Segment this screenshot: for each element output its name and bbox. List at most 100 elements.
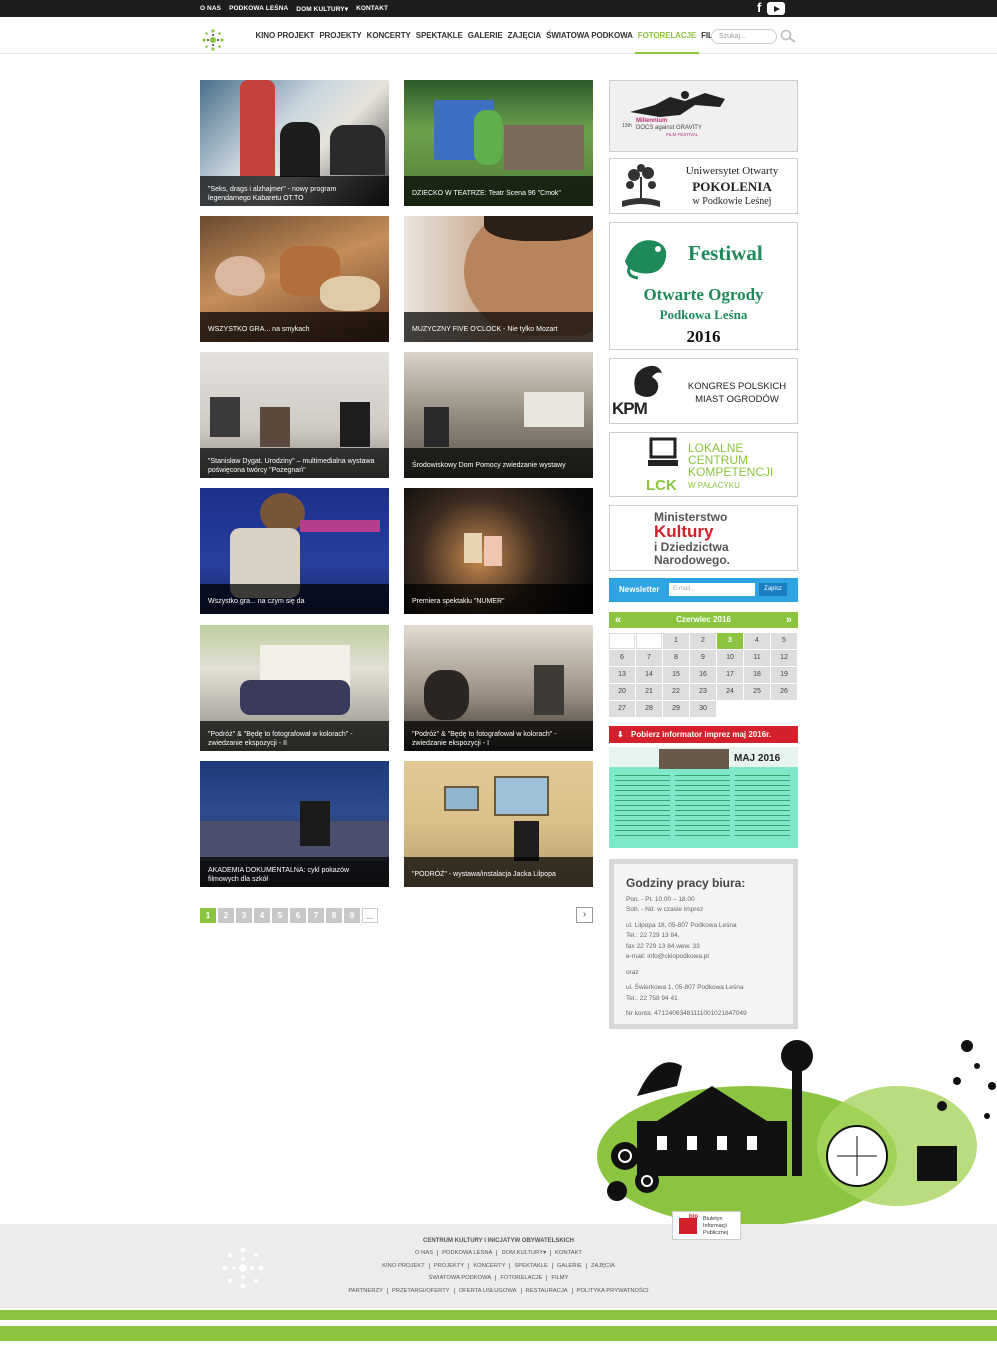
menu-koncerty[interactable]: KONCERTY — [364, 17, 413, 54]
calendar-day[interactable]: 20 — [609, 684, 635, 700]
calendar-day[interactable]: 12 — [771, 650, 797, 666]
page-link[interactable]: 7 — [308, 908, 324, 923]
menu-spektakle[interactable]: SPEKTAKLE — [413, 17, 465, 54]
calendar-day[interactable]: 7 — [636, 650, 662, 666]
calendar-day[interactable]: 4 — [744, 633, 770, 649]
page-link[interactable]: 5 — [272, 908, 288, 923]
footer-link[interactable]: PARTNERZY — [344, 1288, 388, 1294]
calendar-day[interactable]: 14 — [636, 667, 662, 683]
footer-link[interactable]: KONCERTY — [469, 1263, 511, 1269]
footer-link[interactable]: OFERTA USŁUGOWA — [454, 1288, 522, 1294]
footer-link[interactable]: GALERIE — [552, 1263, 587, 1269]
gallery-tile[interactable]: "PODRÓŻ" - wystawa/instalacja Jacka Lilp… — [404, 761, 593, 887]
menu-zajecia[interactable]: ZAJĘCIA — [505, 17, 544, 54]
footer-link[interactable]: FOTORELACJE — [496, 1275, 548, 1281]
page-link[interactable]: 9 — [344, 908, 360, 923]
banner-uniwersytet-pokolenia[interactable]: Uniwersytet Otwarty POKOLENIA w Podkowie… — [609, 158, 798, 214]
top-nav-podkowa-lesna[interactable]: PODKOWA LEŚNA — [229, 5, 288, 12]
footer-link[interactable]: SPEKTAKLE — [510, 1263, 553, 1269]
page-link[interactable]: 6 — [290, 908, 306, 923]
calendar-day[interactable]: 16 — [690, 667, 716, 683]
informator-poster[interactable]: MAJ 2016 — [609, 747, 798, 848]
menu-kino-projekt[interactable]: KINO PROJEKT — [253, 17, 317, 54]
facebook-icon[interactable]: f — [757, 1, 761, 15]
page-link[interactable]: 4 — [254, 908, 270, 923]
search-input[interactable]: Szukaj... — [711, 29, 777, 44]
calendar-day[interactable]: 13 — [609, 667, 635, 683]
gallery-tile[interactable]: Premiera spektaklu "NUMER" — [404, 488, 593, 614]
next-page-button[interactable]: › — [576, 907, 593, 923]
top-nav-dom-kultury[interactable]: DOM KULTURY▾ — [296, 5, 348, 13]
gallery-tile[interactable]: MUZYCZNY FIVE O'CLOCK - Nie tylko Mozart — [404, 216, 593, 342]
calendar-day[interactable]: 11 — [744, 650, 770, 666]
calendar-day[interactable]: 15 — [663, 667, 689, 683]
top-nav-o-nas[interactable]: O NAS — [200, 5, 221, 12]
calendar-day[interactable]: 5 — [771, 633, 797, 649]
banner-kongres-miast-ogrodow[interactable]: KPM KONGRES POLSKICH MIAST OGRODÓW — [609, 358, 798, 424]
search-icon[interactable] — [779, 28, 797, 44]
gallery-tile[interactable]: "Stanisław Dygat. Urodziny" – multimedia… — [200, 352, 389, 478]
footer-link[interactable]: ZAJĘCIA — [587, 1263, 619, 1269]
menu-galerie[interactable]: GALERIE — [465, 17, 505, 54]
page-link[interactable]: 2 — [218, 908, 234, 923]
youtube-icon[interactable] — [767, 2, 786, 15]
footer-link[interactable]: ŚWIATOWA PODKOWA — [424, 1275, 497, 1281]
gallery-tile[interactable]: "Podróż" & "Będę to fotografował w kolor… — [404, 625, 593, 751]
footer-link[interactable]: PROJEKTY — [429, 1263, 470, 1269]
download-informator-link[interactable]: Pobierz informator imprez maj 2016r. — [609, 726, 798, 743]
footer-link[interactable]: PRZETARGI/OFERTY — [387, 1288, 455, 1294]
menu-projekty[interactable]: PROJEKTY — [317, 17, 364, 54]
footer-link[interactable]: DOM KULTURY▾ — [497, 1250, 552, 1256]
calendar-day[interactable]: 29 — [663, 701, 689, 717]
newsletter-email-input[interactable]: E-mail... — [669, 583, 755, 596]
footer-link[interactable]: FILMY — [547, 1275, 572, 1281]
banner-lck[interactable]: LCK LOKALNE CENTRUM KOMPETENCJI W PAŁACY… — [609, 432, 798, 497]
site-logo[interactable] — [200, 27, 226, 53]
banner-ministerstwo-kultury[interactable]: Ministerstwo Kultury i Dziedzictwa Narod… — [609, 505, 798, 571]
footer-link[interactable]: PODKOWA LEŚNA — [438, 1250, 498, 1256]
calendar-day[interactable]: 2 — [690, 633, 716, 649]
calendar-day[interactable]: 3 — [717, 633, 743, 649]
gallery-tile[interactable]: "Podróż" & "Będę to fotografował w kolor… — [200, 625, 389, 751]
banner-docs-against-gravity[interactable]: 13th Millennium DOCS against GRAVITY FIL… — [609, 80, 798, 152]
newsletter-subscribe-button[interactable]: Zapisz — [759, 583, 787, 596]
calendar-day[interactable]: 26 — [771, 684, 797, 700]
calendar-next-button[interactable]: » — [786, 612, 792, 628]
gallery-tile[interactable]: DZIECKO W TEATRZE: Teatr Scena 96 "Cmok" — [404, 80, 593, 206]
calendar-prev-button[interactable]: « — [615, 612, 621, 628]
bip-link[interactable]: bip Biuletyn Informacji Publicznej — [672, 1211, 741, 1240]
gallery-tile[interactable]: Wszystko gra... na czym się da — [200, 488, 389, 614]
calendar-day[interactable]: 28 — [636, 701, 662, 717]
menu-swiatowa-podkowa[interactable]: ŚWIATOWA PODKOWA — [544, 17, 636, 54]
calendar-day[interactable]: 9 — [690, 650, 716, 666]
calendar-day[interactable]: 19 — [771, 667, 797, 683]
calendar-day[interactable]: 30 — [690, 701, 716, 717]
calendar-day[interactable]: 24 — [717, 684, 743, 700]
page-link[interactable]: 3 — [236, 908, 252, 923]
calendar-day[interactable]: 8 — [663, 650, 689, 666]
calendar-day[interactable]: 25 — [744, 684, 770, 700]
footer-link[interactable]: KINO PROJEKT — [378, 1263, 430, 1269]
calendar-day[interactable]: 18 — [744, 667, 770, 683]
calendar-day[interactable]: 6 — [609, 650, 635, 666]
footer-link[interactable]: O NAS — [411, 1250, 439, 1256]
office-email[interactable]: e-mail: info@ckiopodkowa.pl — [626, 953, 709, 960]
footer-link[interactable]: KONTAKT — [551, 1250, 586, 1256]
page-link[interactable]: 8 — [326, 908, 342, 923]
calendar-day[interactable]: 27 — [609, 701, 635, 717]
calendar-day[interactable]: 23 — [690, 684, 716, 700]
calendar-day[interactable]: 22 — [663, 684, 689, 700]
gallery-tile[interactable]: Środowiskowy Dom Pomocy zwiedzanie wysta… — [404, 352, 593, 478]
gallery-tile[interactable]: AKADEMIA DOKUMENTALNA: cykl pokazów film… — [200, 761, 389, 887]
footer-link[interactable]: RESTAURACJA — [521, 1288, 573, 1294]
top-nav-kontakt[interactable]: KONTAKT — [356, 5, 388, 12]
page-link[interactable]: 1 — [200, 908, 216, 923]
menu-fotorelacje[interactable]: FOTORELACJE — [635, 17, 699, 54]
calendar-day[interactable]: 17 — [717, 667, 743, 683]
footer-link[interactable]: POLITYKA PRYWATNOŚCI — [573, 1288, 653, 1294]
gallery-tile[interactable]: "Seks, drags i alzhajmer" - nowy program… — [200, 80, 389, 206]
calendar-day[interactable]: 1 — [663, 633, 689, 649]
gallery-tile[interactable]: WSZYSTKO GRA... na smykach — [200, 216, 389, 342]
calendar-day[interactable]: 10 — [717, 650, 743, 666]
banner-festiwal-otwarte-ogrody[interactable]: Festiwal Otwarte Ogrody Podkowa Leśna 20… — [609, 222, 798, 350]
